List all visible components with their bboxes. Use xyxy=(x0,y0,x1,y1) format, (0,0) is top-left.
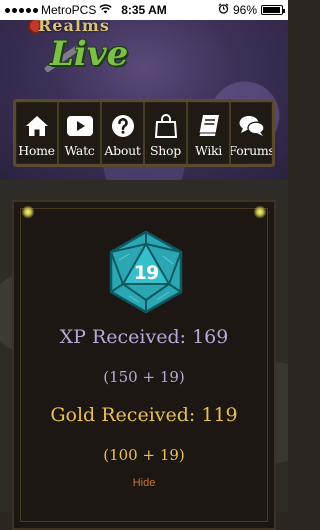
xp-breakdown: (150 + 19) xyxy=(103,368,185,386)
main-content: 19 XP Received: 169 (150 + 19) Gold Rece… xyxy=(0,180,288,530)
hide-link[interactable]: Hide xyxy=(14,477,274,489)
question-icon xyxy=(110,113,136,139)
alarm-icon xyxy=(218,3,229,17)
nav-item-forums[interactable]: Forums xyxy=(231,102,272,164)
nav-label-home: Home xyxy=(18,142,55,158)
corner-gem-icon xyxy=(22,206,34,218)
nav-item-watch[interactable]: Watc xyxy=(59,102,102,164)
status-bar: MetroPCS 8:35 AM 96% xyxy=(0,0,288,20)
xp-received: XP Received: 169 xyxy=(14,326,274,348)
nav-item-about[interactable]: About xyxy=(102,102,145,164)
nav-item-home[interactable]: Home xyxy=(16,102,59,164)
main-nav: Home Watc About Shop Wiki Forums xyxy=(13,99,275,167)
nav-label-wiki: Wiki xyxy=(195,142,222,158)
home-icon xyxy=(24,113,50,139)
carrier-name: MetroPCS xyxy=(41,3,97,17)
status-left: MetroPCS xyxy=(5,3,113,17)
chat-icon xyxy=(239,113,265,139)
gold-breakdown: (100 + 19) xyxy=(103,446,185,464)
shopping-bag-icon xyxy=(153,113,179,139)
nav-label-about: About xyxy=(104,142,141,158)
gold-value: 119 xyxy=(201,404,238,426)
book-icon xyxy=(196,113,222,139)
nav-item-wiki[interactable]: Wiki xyxy=(188,102,231,164)
d20-die-icon: 19 xyxy=(109,230,183,314)
logo-main-text: Live xyxy=(50,34,129,74)
status-right: 96% xyxy=(218,3,285,17)
nav-label-watch: Watc xyxy=(64,142,95,158)
site-header: Realms Live Home Watc About Shop Wiki Fo… xyxy=(0,20,288,180)
battery-percent: 96% xyxy=(232,3,257,17)
corner-gem-icon xyxy=(254,206,266,218)
xp-value: 169 xyxy=(192,326,229,348)
logo-top-text: Realms xyxy=(38,20,110,35)
nav-label-forums: Forums xyxy=(231,142,272,158)
wifi-icon xyxy=(99,3,113,17)
site-logo[interactable]: Realms Live xyxy=(28,20,138,86)
nav-item-shop[interactable]: Shop xyxy=(145,102,188,164)
battery-icon xyxy=(261,5,285,15)
play-icon xyxy=(66,113,93,139)
signal-strength-icon xyxy=(5,7,38,13)
reward-panel: 19 XP Received: 169 (150 + 19) Gold Rece… xyxy=(12,200,276,530)
battery-level xyxy=(263,7,281,13)
xp-label: XP Received: xyxy=(59,326,187,348)
gold-label: Gold Received: xyxy=(50,404,196,426)
gold-received: Gold Received: 119 xyxy=(14,404,274,426)
nav-label-shop: Shop xyxy=(150,142,181,158)
die-value: 19 xyxy=(133,262,159,284)
